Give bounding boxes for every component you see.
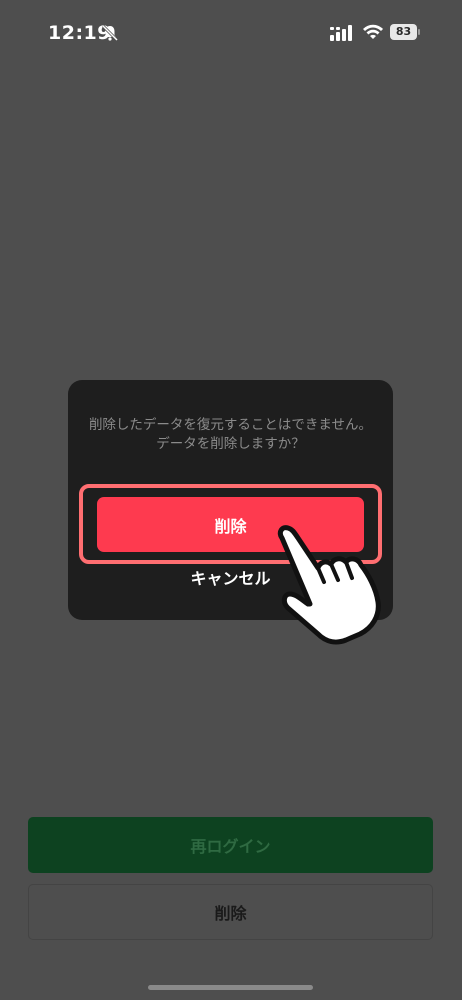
relogin-button[interactable]: 再ログイン — [28, 817, 433, 873]
bottom-delete-button[interactable]: 削除 — [28, 884, 433, 940]
dialog-message: 削除したデータを復元することはできません。 データを削除しますか？ — [88, 417, 373, 452]
status-bar: 12:19 83 — [0, 0, 462, 70]
bell-slash-icon — [101, 24, 119, 46]
pointing-hand-icon — [268, 524, 388, 653]
signal-icon — [330, 25, 354, 45]
battery-icon: 83 — [390, 24, 417, 40]
battery-tip — [418, 29, 420, 35]
wifi-icon — [362, 24, 384, 45]
home-indicator — [148, 985, 313, 990]
